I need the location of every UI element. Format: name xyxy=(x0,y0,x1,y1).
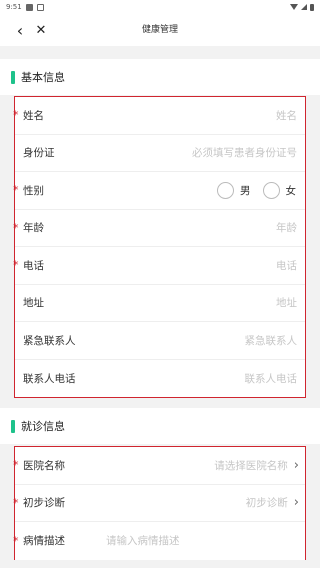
address-row[interactable]: 地址 地址 xyxy=(15,285,305,322)
chevron-left-icon: ‹ xyxy=(16,20,24,40)
hospital-row[interactable]: * 医院名称 请选择医院名称 › xyxy=(13,447,305,485)
address-input[interactable]: 地址 xyxy=(276,295,297,310)
description-label: 病情描述 xyxy=(23,535,65,548)
visit-info-header: 就诊信息 xyxy=(0,408,320,444)
gender-male-label: 男 xyxy=(240,184,251,197)
back-button[interactable]: ‹ xyxy=(9,14,31,46)
visit-info-form: * 医院名称 请选择医院名称 › * 初步诊断 初步诊断 › * 病情描述 请输… xyxy=(13,446,306,560)
phone-row[interactable]: * 电话 电话 xyxy=(13,247,305,285)
app-notification-icon xyxy=(36,3,44,11)
contact-phone-label: 联系人电话 xyxy=(23,372,76,385)
name-row[interactable]: * 姓名 姓名 xyxy=(13,97,305,135)
chevron-right-icon: › xyxy=(293,495,299,511)
age-input[interactable]: 年龄 xyxy=(276,220,297,235)
emergency-contact-input[interactable]: 紧急联系人 xyxy=(245,333,298,348)
diagnosis-label: 初步诊断 xyxy=(23,497,65,510)
gender-female-label: 女 xyxy=(285,184,297,197)
gender-label: 性别 xyxy=(23,184,44,197)
diagnosis-row[interactable]: * 初步诊断 初步诊断 › xyxy=(13,485,305,522)
phone-input[interactable]: 电话 xyxy=(276,258,297,273)
required-mark: * xyxy=(13,108,19,122)
close-button[interactable]: ✕ xyxy=(30,14,52,46)
gender-row: * 性别 男 女 xyxy=(13,172,305,210)
name-input[interactable]: 姓名 xyxy=(276,108,297,123)
age-label: 年龄 xyxy=(23,222,44,235)
basic-info-title: 基本信息 xyxy=(21,71,65,84)
id-card-input[interactable]: 必须填写患者身份证号 xyxy=(192,145,297,160)
gender-female-option[interactable]: 女 xyxy=(262,181,297,199)
signal-icon xyxy=(301,4,307,10)
battery-icon xyxy=(310,3,314,11)
radio-circle-icon[interactable] xyxy=(217,181,234,199)
name-label: 姓名 xyxy=(23,109,44,122)
required-mark: * xyxy=(13,496,19,510)
contact-phone-input[interactable]: 联系人电话 xyxy=(245,371,298,386)
address-label: 地址 xyxy=(23,297,44,310)
chevron-right-icon: › xyxy=(293,457,299,473)
id-card-label: 身份证 xyxy=(23,147,55,160)
section-accent-bar xyxy=(11,419,15,433)
nav-bar: 健康管理 ‹ ✕ xyxy=(0,14,320,46)
required-mark: * xyxy=(13,534,19,548)
description-input[interactable]: 请输入病情描述 xyxy=(106,533,180,548)
diagnosis-placeholder: 初步诊断 xyxy=(245,497,288,510)
required-mark: * xyxy=(13,258,19,272)
status-time: 9:51 xyxy=(6,3,22,11)
required-mark: * xyxy=(13,221,19,235)
age-row[interactable]: * 年龄 年龄 xyxy=(13,210,305,247)
gender-radio-group: 男 女 xyxy=(217,181,297,199)
phone-label: 电话 xyxy=(23,259,44,272)
description-row[interactable]: * 病情描述 请输入病情描述 xyxy=(13,522,305,560)
diagnosis-select[interactable]: 初步诊断 › xyxy=(246,495,299,510)
hospital-select[interactable]: 请选择医院名称 › xyxy=(214,458,299,473)
emergency-contact-label: 紧急联系人 xyxy=(23,334,76,347)
required-mark: * xyxy=(13,458,19,472)
image-notification-icon xyxy=(25,3,33,11)
status-bar: 9:51 xyxy=(0,0,320,14)
id-card-row[interactable]: 身份证 必须填写患者身份证号 xyxy=(15,135,305,172)
required-mark: * xyxy=(13,183,19,197)
visit-info-title: 就诊信息 xyxy=(21,420,65,433)
radio-circle-icon[interactable] xyxy=(262,181,280,199)
contact-phone-row[interactable]: 联系人电话 联系人电话 xyxy=(15,360,305,398)
section-accent-bar xyxy=(11,70,15,84)
basic-info-form: * 姓名 姓名 身份证 必须填写患者身份证号 * 性别 男 女 * 年龄 年龄 … xyxy=(13,96,306,398)
wifi-icon xyxy=(290,4,298,10)
gender-male-option[interactable]: 男 xyxy=(217,181,251,199)
close-icon: ✕ xyxy=(35,22,47,38)
emergency-contact-row[interactable]: 紧急联系人 紧急联系人 xyxy=(15,322,305,360)
basic-info-header: 基本信息 xyxy=(0,59,320,95)
hospital-label: 医院名称 xyxy=(23,459,65,472)
hospital-placeholder: 请选择医院名称 xyxy=(214,459,288,472)
